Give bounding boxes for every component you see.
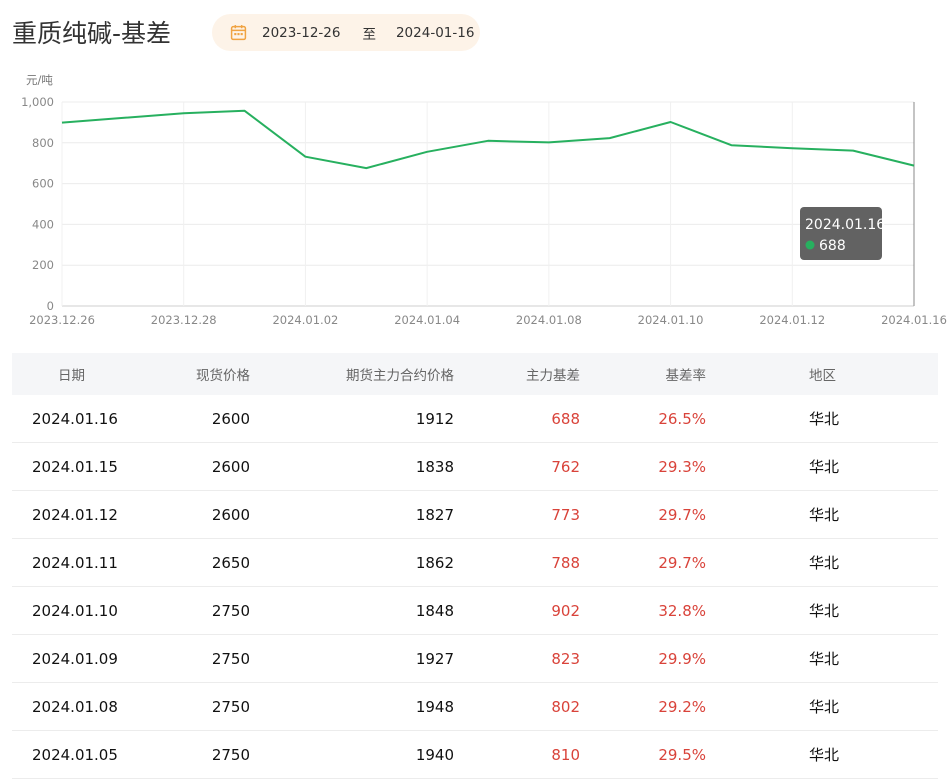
cell-spot-price: 2750: [211, 745, 250, 764]
table-body: 2024.01.16 2600 1912 688 26.5% 华北 2024.01.15 26…: [12, 395, 938, 779]
y-tick-label: 0: [47, 299, 54, 313]
table-row: 2024.01.16 2600 1912 688 26.5% 华北: [12, 395, 938, 443]
table-header: 日期 现货价格 期货主力合约价格 主力基差 基差率 地区: [12, 353, 938, 395]
x-tick-label: 2024.01.12: [759, 313, 825, 327]
x-tick-label: 2024.01.02: [272, 313, 338, 327]
cell-basis: 802: [551, 697, 580, 716]
calendar-icon: [230, 25, 247, 41]
table-row: 2024.01.08 2750 1948 802 29.2% 华北: [12, 683, 938, 731]
cell-basis: 823: [551, 649, 580, 668]
cell-basis: 773: [551, 505, 580, 524]
cell-date: 2024.01.09: [32, 649, 118, 668]
cell-date: 2024.01.12: [32, 505, 118, 524]
cell-basis: 688: [551, 409, 580, 428]
tooltip-date: 2024.01.16: [805, 217, 885, 233]
cell-region: 华北: [809, 458, 840, 476]
cell-futures-price: 1912: [415, 409, 454, 428]
table-row: 2024.01.10 2750 1848 902 32.8% 华北: [12, 587, 938, 635]
date-separator: 至: [362, 26, 376, 43]
cell-date: 2024.01.11: [32, 553, 118, 572]
tooltip-value: 688: [819, 238, 846, 254]
table-row: 2024.01.15 2600 1838 762 29.3% 华北: [12, 443, 938, 491]
cell-basis: 810: [551, 745, 580, 764]
cell-basis-rate: 29.7%: [658, 553, 706, 572]
tooltip-marker: [805, 240, 815, 250]
table-row: 2024.01.09 2750 1927 823 29.9% 华北: [12, 635, 938, 683]
date-range-picker[interactable]: 2023-12-26 至 2024-01-16: [212, 14, 480, 51]
cell-basis-rate: 32.8%: [658, 601, 706, 620]
cell-basis-rate: 26.5%: [658, 409, 706, 428]
cell-basis-rate: 29.3%: [658, 457, 706, 476]
date-from[interactable]: 2023-12-26: [262, 25, 340, 41]
cell-futures-price: 1948: [415, 697, 454, 716]
cell-region: 华北: [809, 650, 840, 668]
cell-date: 2024.01.15: [32, 457, 118, 476]
x-tick-label: 2024.01.10: [638, 313, 704, 327]
x-tick-label: 2024.01.16: [881, 313, 947, 327]
x-tick-label: 2023.12.26: [29, 313, 95, 327]
cell-region: 华北: [809, 698, 840, 716]
cell-spot-price: 2600: [211, 457, 250, 476]
cell-basis: 762: [551, 457, 580, 476]
cell-region: 华北: [809, 746, 840, 764]
cell-futures-price: 1827: [415, 505, 454, 524]
cell-futures-price: 1927: [415, 649, 454, 668]
header-spot-price: 现货价格: [196, 368, 250, 384]
table-row: 2024.01.12 2600 1827 773 29.7% 华北: [12, 491, 938, 539]
cell-spot-price: 2750: [211, 697, 250, 716]
page-title: 重质纯碱-基差: [12, 19, 172, 48]
cell-region: 华北: [809, 506, 840, 524]
cell-date: 2024.01.16: [32, 409, 118, 428]
cell-date: 2024.01.08: [32, 697, 118, 716]
cell-region: 华北: [809, 602, 840, 620]
cell-basis-rate: 29.5%: [658, 745, 706, 764]
basis-table: 日期 现货价格 期货主力合约价格 主力基差 基差率 地区 2024.01.16 2…: [12, 353, 938, 779]
cell-date: 2024.01.05: [32, 745, 118, 764]
y-tick-label: 1,000: [21, 95, 54, 109]
x-tick-label: 2024.01.08: [516, 313, 582, 327]
y-tick-label: 400: [32, 217, 54, 231]
cell-basis-rate: 29.7%: [658, 505, 706, 524]
cell-date: 2024.01.10: [32, 601, 118, 620]
cell-basis-rate: 29.2%: [658, 697, 706, 716]
cell-region: 华北: [809, 410, 840, 428]
x-tick-label: 2024.01.04: [394, 313, 460, 327]
header-date: 日期: [58, 368, 85, 384]
cell-basis: 788: [551, 553, 580, 572]
cell-futures-price: 1940: [415, 745, 454, 764]
cell-futures-price: 1848: [415, 601, 454, 620]
cell-region: 华北: [809, 554, 840, 572]
x-tick-label: 2023.12.28: [151, 313, 217, 327]
cell-spot-price: 2600: [211, 505, 250, 524]
cell-futures-price: 1862: [415, 553, 454, 572]
cell-basis: 902: [551, 601, 580, 620]
y-axis-label: 元/吨: [26, 73, 53, 87]
y-tick-label: 800: [32, 136, 54, 150]
cell-spot-price: 2750: [211, 601, 250, 620]
cell-spot-price: 2650: [211, 553, 250, 572]
cell-basis-rate: 29.9%: [658, 649, 706, 668]
cell-spot-price: 2600: [211, 409, 250, 428]
cell-spot-price: 2750: [211, 649, 250, 668]
header-region: 地区: [809, 368, 836, 384]
cell-futures-price: 1838: [415, 457, 454, 476]
y-tick-label: 200: [32, 258, 54, 272]
date-to[interactable]: 2024-01-16: [396, 25, 474, 41]
table-row: 2024.01.11 2650 1862 788 29.7% 华北: [12, 539, 938, 587]
y-tick-label: 600: [32, 177, 54, 191]
header-basis-rate: 基差率: [665, 368, 707, 384]
header-basis: 主力基差: [526, 368, 580, 384]
header-futures-price: 期货主力合约价格: [346, 368, 454, 384]
basis-line-chart[interactable]: 0 200 400 600 800 1,000 元/吨 2023.12.26 2023.12.2…: [0, 64, 950, 344]
